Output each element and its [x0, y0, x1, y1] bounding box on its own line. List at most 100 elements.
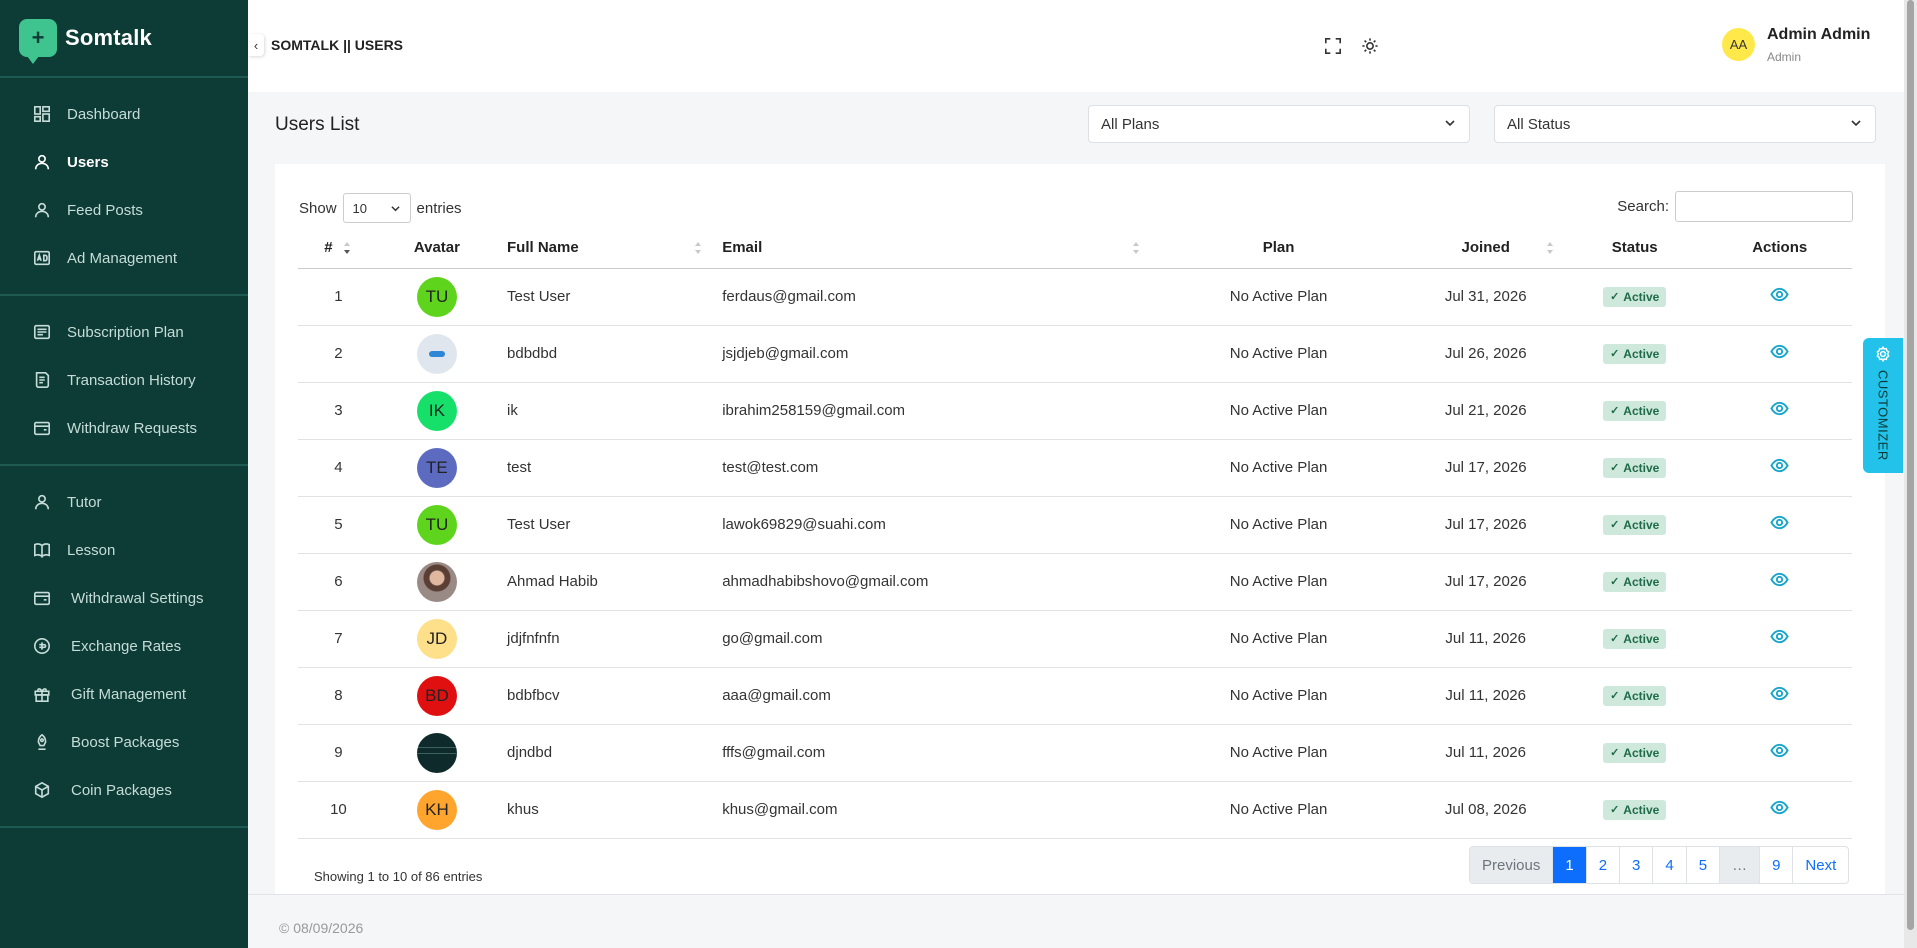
- sidebar-item-users[interactable]: Users: [0, 138, 248, 186]
- view-user-button[interactable]: [1770, 570, 1789, 589]
- page-title: SOMTALK || USERS: [271, 37, 404, 53]
- cell-number: 8: [298, 667, 379, 725]
- cell-actions: [1707, 382, 1852, 440]
- sidebar-item-label: Ad Management: [67, 249, 178, 267]
- avatar-initials: IK: [428, 400, 445, 420]
- cell-number: 7: [298, 610, 379, 668]
- pagination-page-1[interactable]: 1: [1553, 847, 1587, 883]
- sidebar-item-withdraw-requests[interactable]: Withdraw Requests: [0, 404, 248, 452]
- sidebar-item-subscription-plan[interactable]: Subscription Plan: [0, 308, 248, 356]
- view-user-button[interactable]: [1770, 513, 1789, 532]
- col-header-full-name[interactable]: Full Name: [495, 228, 711, 269]
- cell-actions: [1707, 496, 1852, 554]
- cell-joined: Jul 11, 2026: [1409, 610, 1562, 668]
- cell-status: ✓ Active: [1561, 610, 1708, 668]
- scrollbar-thumb[interactable]: [1907, 0, 1914, 930]
- avatar-initials: TU: [425, 286, 449, 306]
- col-header-joined[interactable]: Joined: [1409, 228, 1562, 269]
- col-label: Email: [722, 239, 763, 257]
- col-header-actions: Actions: [1707, 228, 1852, 269]
- customizer-label: CUSTOMIZER: [1875, 370, 1891, 461]
- sidebar-item-coin-packages[interactable]: Coin Packages: [0, 766, 248, 814]
- table-row: 5 TU Test User lawok69829@suahi.com No Activ…: [298, 496, 1852, 554]
- view-user-button[interactable]: [1770, 684, 1789, 703]
- brand[interactable]: + Somtalk: [0, 0, 248, 78]
- cell-number: 3: [298, 382, 379, 440]
- sidebar-item-withdrawal-settings[interactable]: Withdrawal Settings: [0, 574, 248, 622]
- ad-icon: [32, 248, 52, 268]
- view-user-button[interactable]: [1770, 399, 1789, 418]
- nav-group: Tutor Lesson Withdrawal Settings Exchange R…: [0, 466, 248, 828]
- view-user-button[interactable]: [1770, 285, 1789, 304]
- cell-full-name: Ahmad Habib: [495, 553, 711, 611]
- fullscreen-button[interactable]: [1322, 35, 1344, 57]
- user-avatar[interactable]: AA: [1722, 28, 1755, 61]
- cell-actions: [1707, 610, 1852, 668]
- cell-plan: No Active Plan: [1147, 268, 1410, 326]
- col-label: Plan: [1262, 239, 1295, 257]
- sidebar-item-feed-posts[interactable]: Feed Posts: [0, 186, 248, 234]
- sidebar-item-transaction-history[interactable]: Transaction History: [0, 356, 248, 404]
- status-text: Active: [1623, 517, 1660, 532]
- cell-full-name: ik: [495, 382, 711, 440]
- pagination-page-4[interactable]: 4: [1653, 847, 1687, 883]
- cell-actions: [1707, 724, 1852, 782]
- cell-email: jsjdjeb@gmail.com: [710, 325, 1148, 383]
- fullscreen-icon: [1324, 37, 1342, 55]
- avatar: TU: [416, 504, 457, 545]
- col-label: #: [324, 239, 333, 257]
- table-row: 7 JD jdjfnfnfn go@gmail.com No Active Plan Ju…: [298, 610, 1852, 668]
- cell-status: ✓ Active: [1561, 325, 1708, 383]
- sidebar-item-label: Lesson: [67, 541, 116, 559]
- pagination-next-button[interactable]: Next: [1793, 847, 1848, 883]
- sidebar-item-tutor[interactable]: Tutor: [0, 478, 248, 526]
- theme-toggle-button[interactable]: [1359, 35, 1381, 57]
- entries-length-control: Show 10 entries: [299, 193, 462, 223]
- cell-full-name: khus: [495, 781, 711, 839]
- cell-status: ✓ Active: [1561, 268, 1708, 326]
- page-scrollbar[interactable]: [1904, 0, 1917, 948]
- sidebar-item-label: Transaction History: [67, 371, 196, 389]
- view-user-button[interactable]: [1770, 741, 1789, 760]
- cell-actions: [1707, 268, 1852, 326]
- sidebar-item-exchange-rates[interactable]: Exchange Rates: [0, 622, 248, 670]
- cell-actions: [1707, 325, 1852, 383]
- view-user-button[interactable]: [1770, 627, 1789, 646]
- avatar-photo: [416, 561, 457, 602]
- col-label: Actions: [1752, 239, 1808, 257]
- status-text: Active: [1623, 574, 1660, 589]
- book-icon: [32, 540, 52, 560]
- avatar-initials: JD: [426, 628, 448, 648]
- show-label: Show: [299, 199, 337, 217]
- cell-email: fffs@gmail.com: [710, 724, 1148, 782]
- sidebar-item-dashboard[interactable]: Dashboard: [0, 90, 248, 138]
- gift-icon: [32, 684, 52, 704]
- cell-number: 6: [298, 553, 379, 611]
- status-filter-select[interactable]: All Status: [1494, 105, 1876, 143]
- gear-icon: [1876, 346, 1890, 362]
- pagination-page-5[interactable]: 5: [1687, 847, 1721, 883]
- user-name[interactable]: Admin Admin: [1767, 26, 1870, 44]
- customizer-toggle[interactable]: CUSTOMIZER: [1863, 338, 1903, 473]
- sidebar-item-gift-management[interactable]: Gift Management: [0, 670, 248, 718]
- avatar: [416, 333, 457, 374]
- pagination-page-9[interactable]: 9: [1760, 847, 1794, 883]
- pagination-page-2[interactable]: 2: [1587, 847, 1621, 883]
- view-user-button[interactable]: [1770, 456, 1789, 475]
- col-header-number[interactable]: #: [298, 228, 379, 269]
- entries-length-select[interactable]: 10: [342, 193, 411, 223]
- col-header-email[interactable]: Email: [710, 228, 1148, 269]
- sidebar-item-lesson[interactable]: Lesson: [0, 526, 248, 574]
- sidebar-item-boost-packages[interactable]: Boost Packages: [0, 718, 248, 766]
- view-user-button[interactable]: [1770, 342, 1789, 361]
- cell-number: 1: [298, 268, 379, 326]
- wallet-icon: [32, 588, 52, 608]
- rocket-icon: [32, 732, 52, 752]
- sidebar-item-ad-management[interactable]: Ad Management: [0, 234, 248, 282]
- search-input[interactable]: [1675, 191, 1853, 222]
- view-user-button[interactable]: [1770, 798, 1789, 817]
- pagination-page-3[interactable]: 3: [1620, 847, 1654, 883]
- collapse-sidebar-button[interactable]: ‹: [248, 34, 264, 56]
- plan-filter-select[interactable]: All Plans: [1088, 105, 1470, 143]
- check-icon: ✓: [1610, 291, 1620, 303]
